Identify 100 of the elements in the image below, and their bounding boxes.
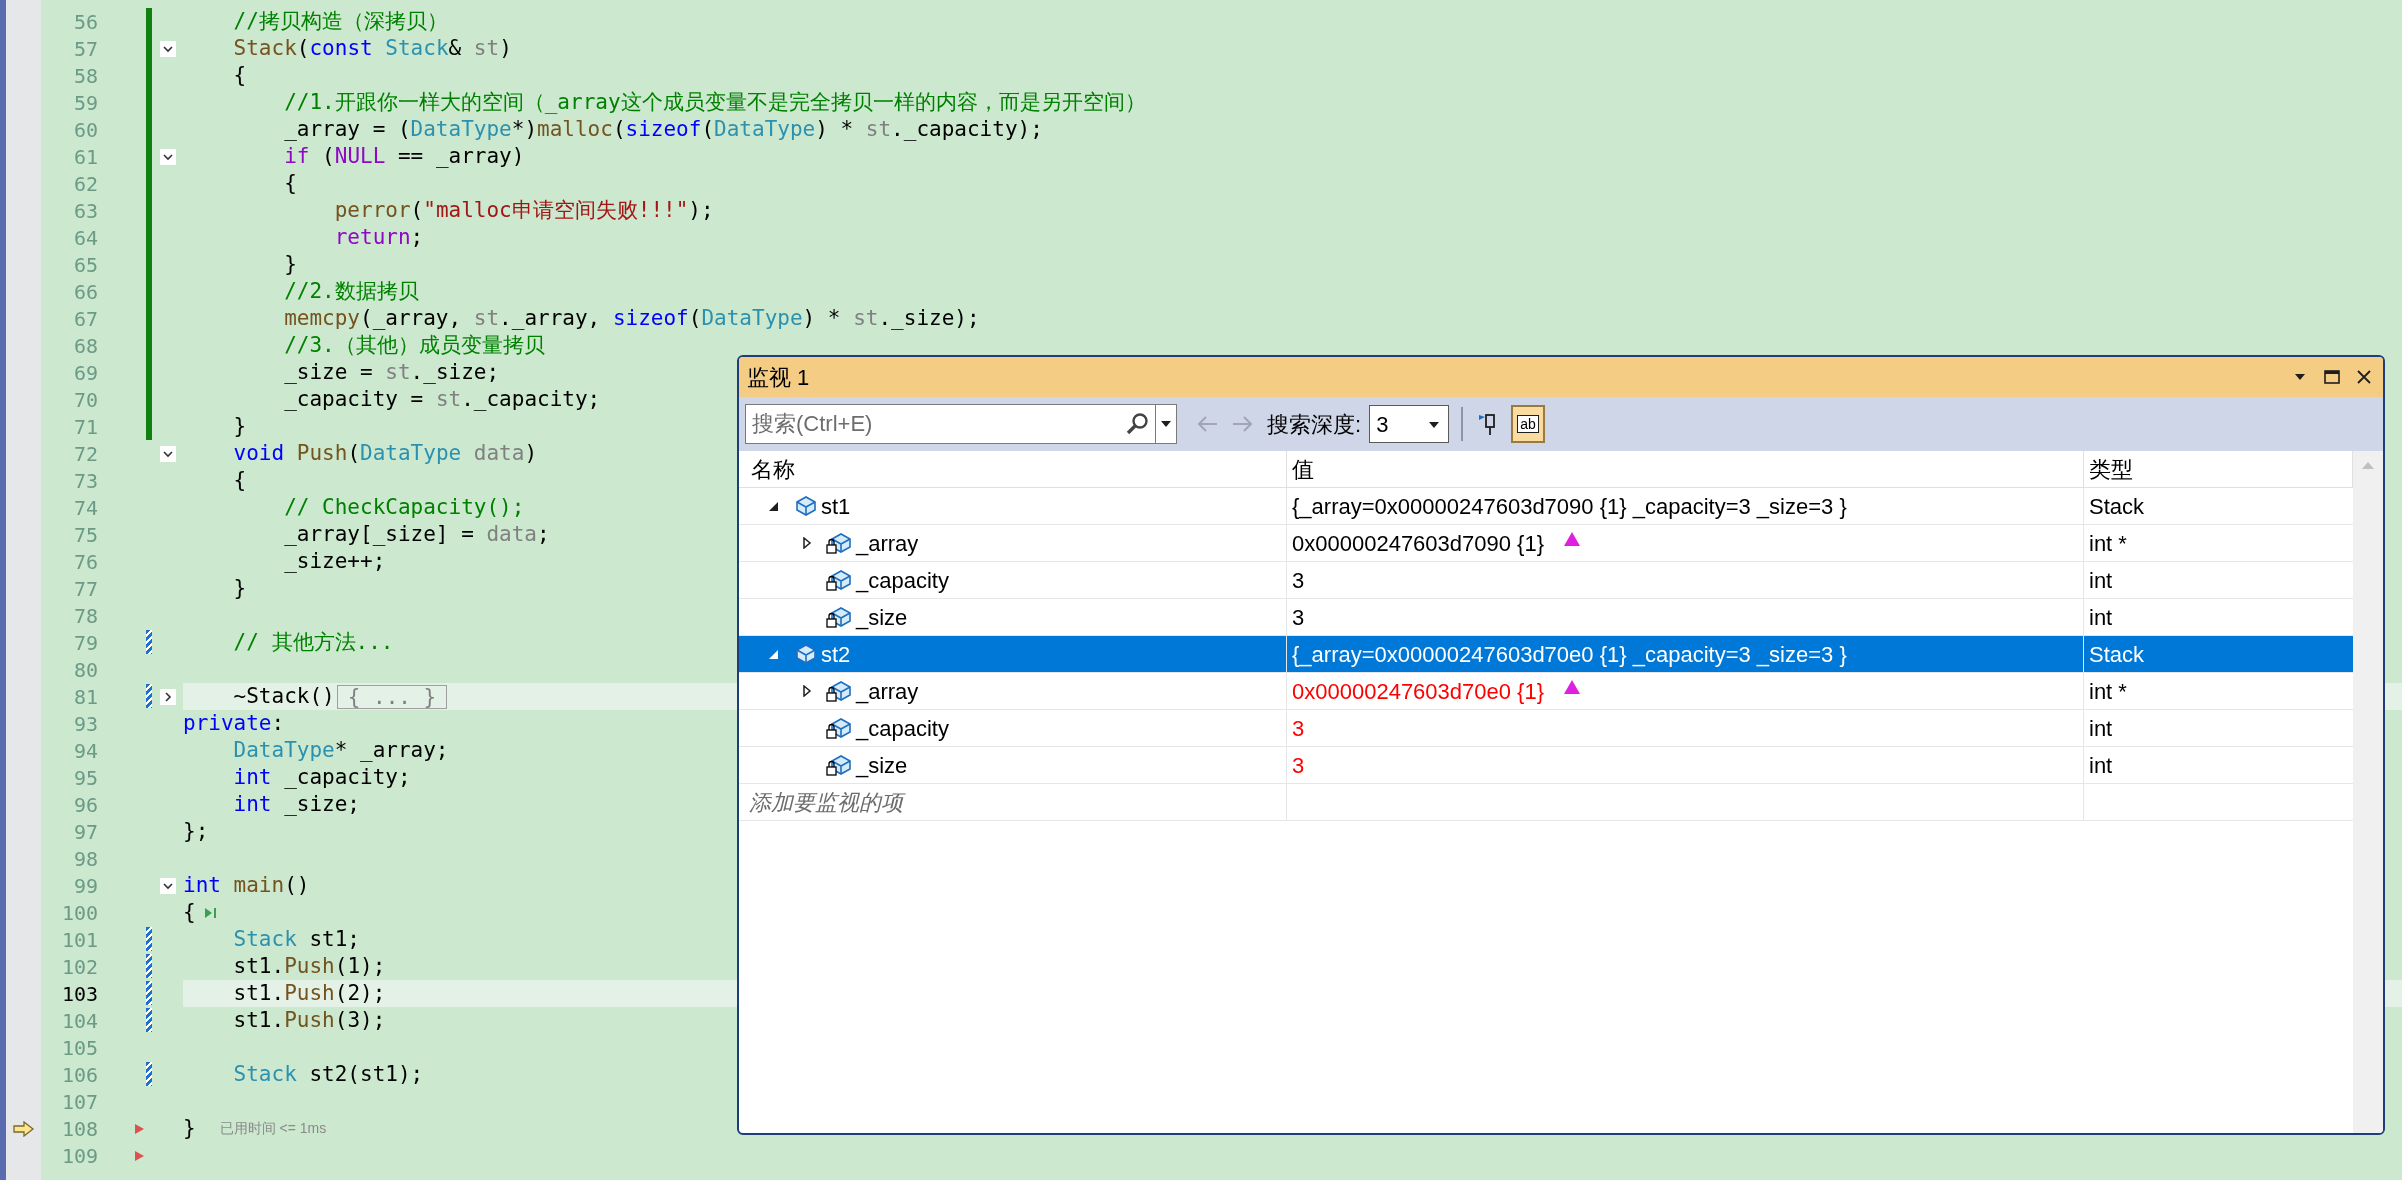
expand-toggle-icon[interactable] [159,688,176,705]
line-number: 100 [60,899,98,927]
watch-row[interactable]: st1 {_array=0x00000247603d7090 {1} _capacity=3 _size=3 } Stack [739,488,2353,525]
hex-toggle[interactable]: ab [1511,405,1545,443]
line-number: 60 [72,116,98,144]
watch-row[interactable]: _capacity 3 int [739,562,2353,599]
line-number: 66 [72,278,98,306]
locked-field-icon [826,531,852,555]
watch-type: int * [2089,529,2127,558]
window-title: 监视 1 [747,363,810,392]
code-line: DataType* _array; [232,736,449,764]
line-number: 104 [60,1007,98,1035]
line-number: 107 [60,1088,98,1116]
code-line: _size = st._size; [283,358,500,386]
watch-value: {_array=0x00000247603d7090 {1} _capacity=3 _size=3 } [1292,492,1847,521]
watch-value: 3 [1292,566,1305,595]
line-number: 97 [72,818,98,846]
locked-field-icon [826,568,852,592]
code-line: // 其他方法... [232,628,394,656]
watch-type: Stack [2089,640,2145,669]
expanded-triangle-icon[interactable] [767,500,779,512]
collapse-toggle-icon[interactable] [159,40,176,57]
watch-value: 3 [1292,751,1305,780]
collapse-toggle-icon[interactable] [159,877,176,894]
code-line: _size++; [283,547,386,575]
collapsed-triangle-icon[interactable] [802,685,812,697]
watch-type: int [2089,603,2113,632]
watch-type: Stack [2089,492,2145,521]
line-number: 73 [72,467,98,495]
watch-name: st1 [821,492,851,521]
watch-row[interactable]: _array 0x00000247603d7090 {1} int * [739,525,2353,562]
code-line: st1.Push(2); [232,979,386,1007]
code-line: st1.Push(1); [232,952,386,980]
line-number: 94 [72,737,98,765]
collapse-toggle-icon[interactable] [159,148,176,165]
watch-type: int [2089,566,2113,595]
line-number: 63 [72,197,98,225]
code-line: perror("malloc申请空间失败!!!"); [333,196,714,224]
line-number: 56 [72,8,98,36]
code-line: Stack(const Stack& st) [232,34,512,62]
code-line: st1.Push(3); [232,1006,386,1034]
line-number: 62 [72,170,98,198]
code-line: return; [333,223,424,251]
watch-type: int [2089,751,2113,780]
collapsed-triangle-icon[interactable] [802,537,812,549]
watch-value: 0x00000247603d70e0 {1} [1292,677,1545,706]
locked-field-icon [826,753,852,777]
code-line: Stack st2(st1); [232,1060,424,1088]
line-number: 76 [72,548,98,576]
scrollbar[interactable] [2353,451,2383,1133]
line-number: 95 [72,764,98,792]
line-number: 99 [72,872,98,900]
line-number: 98 [72,845,98,873]
locked-field-icon [826,716,852,740]
watch-value: 0x00000247603d7090 {1} [1292,529,1545,558]
watch-name: _size [856,751,908,780]
code-line: void Push(DataType data) [232,439,538,467]
watch-row[interactable]: _array 0x00000247603d70e0 {1} int * [739,673,2353,710]
code-line: _capacity = st._capacity; [283,385,601,413]
line-number: 71 [72,413,98,441]
code-line: Stack st1; [232,925,360,953]
line-number: 64 [72,224,98,252]
locked-field-icon [826,679,852,703]
line-number: 59 [72,89,98,117]
watch-value: 3 [1292,603,1305,632]
watch-row[interactable]: st2 {_array=0x00000247603d70e0 {1} _capacity=3 _size=3 } Stack [739,636,2353,673]
line-number: 108 [60,1115,98,1143]
code-line: }; [183,817,209,845]
code-line: int main() [183,871,310,899]
code-line: { [232,61,247,89]
line-number: 77 [72,575,98,603]
depth-select[interactable]: 3 [1369,405,1450,443]
line-number: 103 [60,980,98,1008]
watch-row[interactable]: _capacity 3 int [739,710,2353,747]
watch-type: int [2089,714,2113,743]
locked-field-icon [826,605,852,629]
line-number: 78 [72,602,98,630]
line-number: 106 [60,1061,98,1089]
code-line: } [232,574,247,602]
column-header[interactable]: 名称 [739,451,1287,487]
line-number: 74 [72,494,98,522]
watch-row[interactable]: _size 3 int [739,747,2353,784]
column-header[interactable]: 值 [1287,451,2084,487]
line-number: 61 [72,143,98,171]
line-number: 68 [72,332,98,360]
watch-name: _capacity [856,566,949,595]
code-line: { [283,169,297,197]
line-number: 109 [60,1142,98,1170]
collapse-toggle-icon[interactable] [159,445,176,462]
code-line: } [283,250,297,278]
watch-name: _array [856,677,919,706]
search-depth-label: 搜索深度: [1267,410,1362,439]
watch-name: _array [856,529,919,558]
code-line: // CheckCapacity(); [283,493,525,521]
watch-name: _size [856,603,908,632]
code-line: //1.开跟你一样大的空间（_array这个成员变量不是完全拷贝一样的内容，而是另开空间） [283,88,1146,116]
code-line: //3.（其他）成员变量拷贝 [283,331,545,359]
line-number: 65 [72,251,98,279]
code-line: if (NULL == _array) [283,142,525,170]
run-to-click-icon[interactable] [203,905,218,920]
